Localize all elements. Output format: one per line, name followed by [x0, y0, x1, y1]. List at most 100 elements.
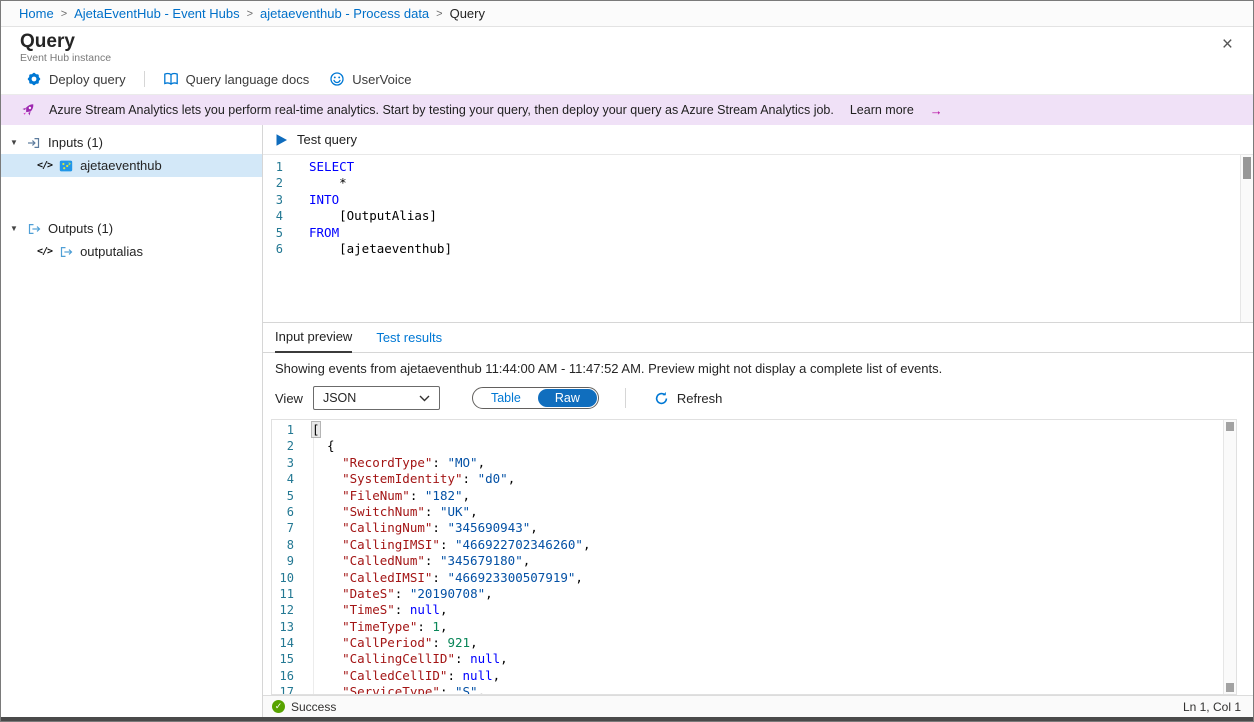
blade-header: Query Event Hub instance ×: [1, 27, 1253, 64]
close-button[interactable]: ×: [1216, 33, 1239, 56]
outputs-group-header[interactable]: ▼ Outputs (1): [1, 217, 262, 240]
view-select-value: JSON: [323, 391, 356, 405]
play-icon: [275, 133, 288, 147]
deploy-query-label: Deploy query: [49, 72, 126, 87]
chevron-down-icon: [419, 395, 430, 402]
page-subtitle: Event Hub instance: [20, 52, 111, 64]
json-scrollbar[interactable]: [1223, 420, 1236, 694]
code-icon: </>: [37, 246, 52, 257]
line-number: 6: [263, 241, 297, 257]
sidebar-item-outputalias[interactable]: </> outputalias: [1, 240, 262, 263]
line-number: 2: [272, 438, 304, 454]
query-language-docs-label: Query language docs: [186, 72, 310, 87]
code-line: 2 {: [272, 438, 1236, 454]
toolbar-divider: [144, 71, 145, 87]
line-number: 3: [272, 455, 304, 471]
refresh-button[interactable]: Refresh: [654, 391, 723, 406]
sql-code: 1SELECT2 *3INTO4 [OutputAlias]5FROM6 [aj…: [263, 159, 1253, 257]
test-query-label: Test query: [297, 132, 357, 147]
line-number: 4: [272, 471, 304, 487]
caret-down-icon: ▼: [10, 224, 20, 233]
code-line: 17 "ServiceType": "S",: [272, 684, 1236, 695]
code-line: 1SELECT: [263, 159, 1253, 175]
line-number: 8: [272, 537, 304, 553]
code-line: 15 "CallingCellID": null,: [272, 651, 1236, 667]
code-line: 11 "DateS": "20190708",: [272, 586, 1236, 602]
banner-text: Azure Stream Analytics lets you perform …: [49, 103, 834, 117]
status-message: Success: [291, 700, 336, 714]
code-line: 6 "SwitchNum": "UK",: [272, 504, 1236, 520]
output-icon: [59, 245, 73, 259]
preview-tabs: Input preview Test results: [263, 323, 1253, 353]
json-content: 1[2 {3 "RecordType": "MO",4 "SystemIdent…: [272, 422, 1236, 695]
uservoice-button[interactable]: UserVoice: [323, 67, 417, 91]
line-number: 5: [272, 488, 304, 504]
line-number: 2: [263, 175, 297, 191]
breadcrumb-link-process-data[interactable]: ajetaeventhub - Process data: [260, 6, 429, 21]
sidebar-item-ajetaeventhub[interactable]: </> ajetaeventhub: [1, 154, 262, 177]
view-select[interactable]: JSON: [313, 386, 440, 410]
output-item-label: outputalias: [80, 244, 143, 259]
toggle-raw[interactable]: Raw: [538, 389, 597, 407]
scrollbar-thumb[interactable]: [1243, 157, 1251, 179]
tree-spacer: [1, 177, 262, 217]
query-blade: Home > AjetaEventHub - Event Hubs > ajet…: [0, 0, 1254, 722]
uservoice-label: UserVoice: [352, 72, 411, 87]
code-line: 12 "TimeS": null,: [272, 602, 1236, 618]
breadcrumb: Home > AjetaEventHub - Event Hubs > ajet…: [1, 1, 1253, 27]
stream-analytics-rocket-icon: [19, 101, 37, 119]
scrollbar-down-button[interactable]: [1226, 683, 1234, 692]
line-number: 5: [263, 225, 297, 241]
cursor-position: Ln 1, Col 1: [1183, 700, 1241, 714]
status-bar: ✓ Success Ln 1, Col 1: [263, 695, 1253, 717]
tab-test-results[interactable]: Test results: [376, 330, 442, 352]
inputs-group-header[interactable]: ▼ Inputs (1): [1, 131, 262, 154]
breadcrumb-link-home[interactable]: Home: [19, 6, 54, 21]
code-line: 4 [OutputAlias]: [263, 208, 1253, 224]
line-number: 4: [263, 208, 297, 224]
line-number: 17: [272, 684, 304, 695]
scrollbar-thumb[interactable]: [1226, 422, 1234, 431]
code-line: 1[: [272, 422, 1236, 438]
breadcrumb-link-eventhub-namespace[interactable]: AjetaEventHub - Event Hubs: [74, 6, 239, 21]
code-line: 10 "CalledIMSI": "466923300507919",: [272, 570, 1236, 586]
test-query-bar: Test query: [263, 125, 1253, 155]
test-query-button[interactable]: Test query: [275, 132, 357, 147]
toggle-table[interactable]: Table: [474, 389, 538, 407]
deploy-query-button[interactable]: Deploy query: [20, 67, 132, 91]
json-viewer[interactable]: 1[2 {3 "RecordType": "MO",4 "SystemIdent…: [271, 419, 1237, 695]
line-number: 7: [272, 520, 304, 536]
query-language-docs-button[interactable]: Query language docs: [157, 67, 316, 91]
code-line: 3INTO: [263, 192, 1253, 208]
caret-down-icon: ▼: [10, 138, 20, 147]
io-tree-sidebar: ▼ Inputs (1) </> ajetaeventhub ▼ Outpu: [1, 125, 263, 717]
inputs-group-label: Inputs (1): [48, 135, 103, 150]
deploy-icon: [26, 71, 42, 87]
code-line: 9 "CalledNum": "345679180",: [272, 553, 1236, 569]
view-controls: View JSON Table Raw Refresh: [275, 385, 1253, 411]
window-bottom-edge: [1, 717, 1253, 721]
line-number: 15: [272, 651, 304, 667]
page-title: Query: [20, 31, 111, 52]
sql-editor[interactable]: 1SELECT2 *3INTO4 [OutputAlias]5FROM6 [aj…: [263, 155, 1253, 323]
learn-more-link[interactable]: Learn more: [850, 103, 914, 117]
input-item-label: ajetaeventhub: [80, 158, 162, 173]
editor-scrollbar[interactable]: [1240, 155, 1253, 322]
query-main-panel: Test query 1SELECT2 *3INTO4 [OutputAlias…: [263, 125, 1253, 717]
line-number: 10: [272, 570, 304, 586]
event-hub-icon: [59, 159, 73, 173]
line-number: 16: [272, 668, 304, 684]
learn-more-arrow-icon: →: [930, 103, 943, 118]
tab-input-preview[interactable]: Input preview: [275, 329, 352, 353]
code-line: 7 "CallingNum": "345690943",: [272, 520, 1236, 536]
code-line: 6 [ajetaeventhub]: [263, 241, 1253, 257]
code-line: 13 "TimeType": 1,: [272, 619, 1236, 635]
breadcrumb-separator-icon: >: [247, 8, 253, 20]
command-bar: Deploy query Query language docs UserVoi…: [1, 64, 1253, 95]
line-number: 3: [263, 192, 297, 208]
smiley-icon: [329, 71, 345, 87]
code-line: 8 "CallingIMSI": "466922702346260",: [272, 537, 1236, 553]
code-line: 3 "RecordType": "MO",: [272, 455, 1236, 471]
status-left: ✓ Success: [272, 700, 336, 714]
breadcrumb-current: Query: [450, 6, 485, 21]
